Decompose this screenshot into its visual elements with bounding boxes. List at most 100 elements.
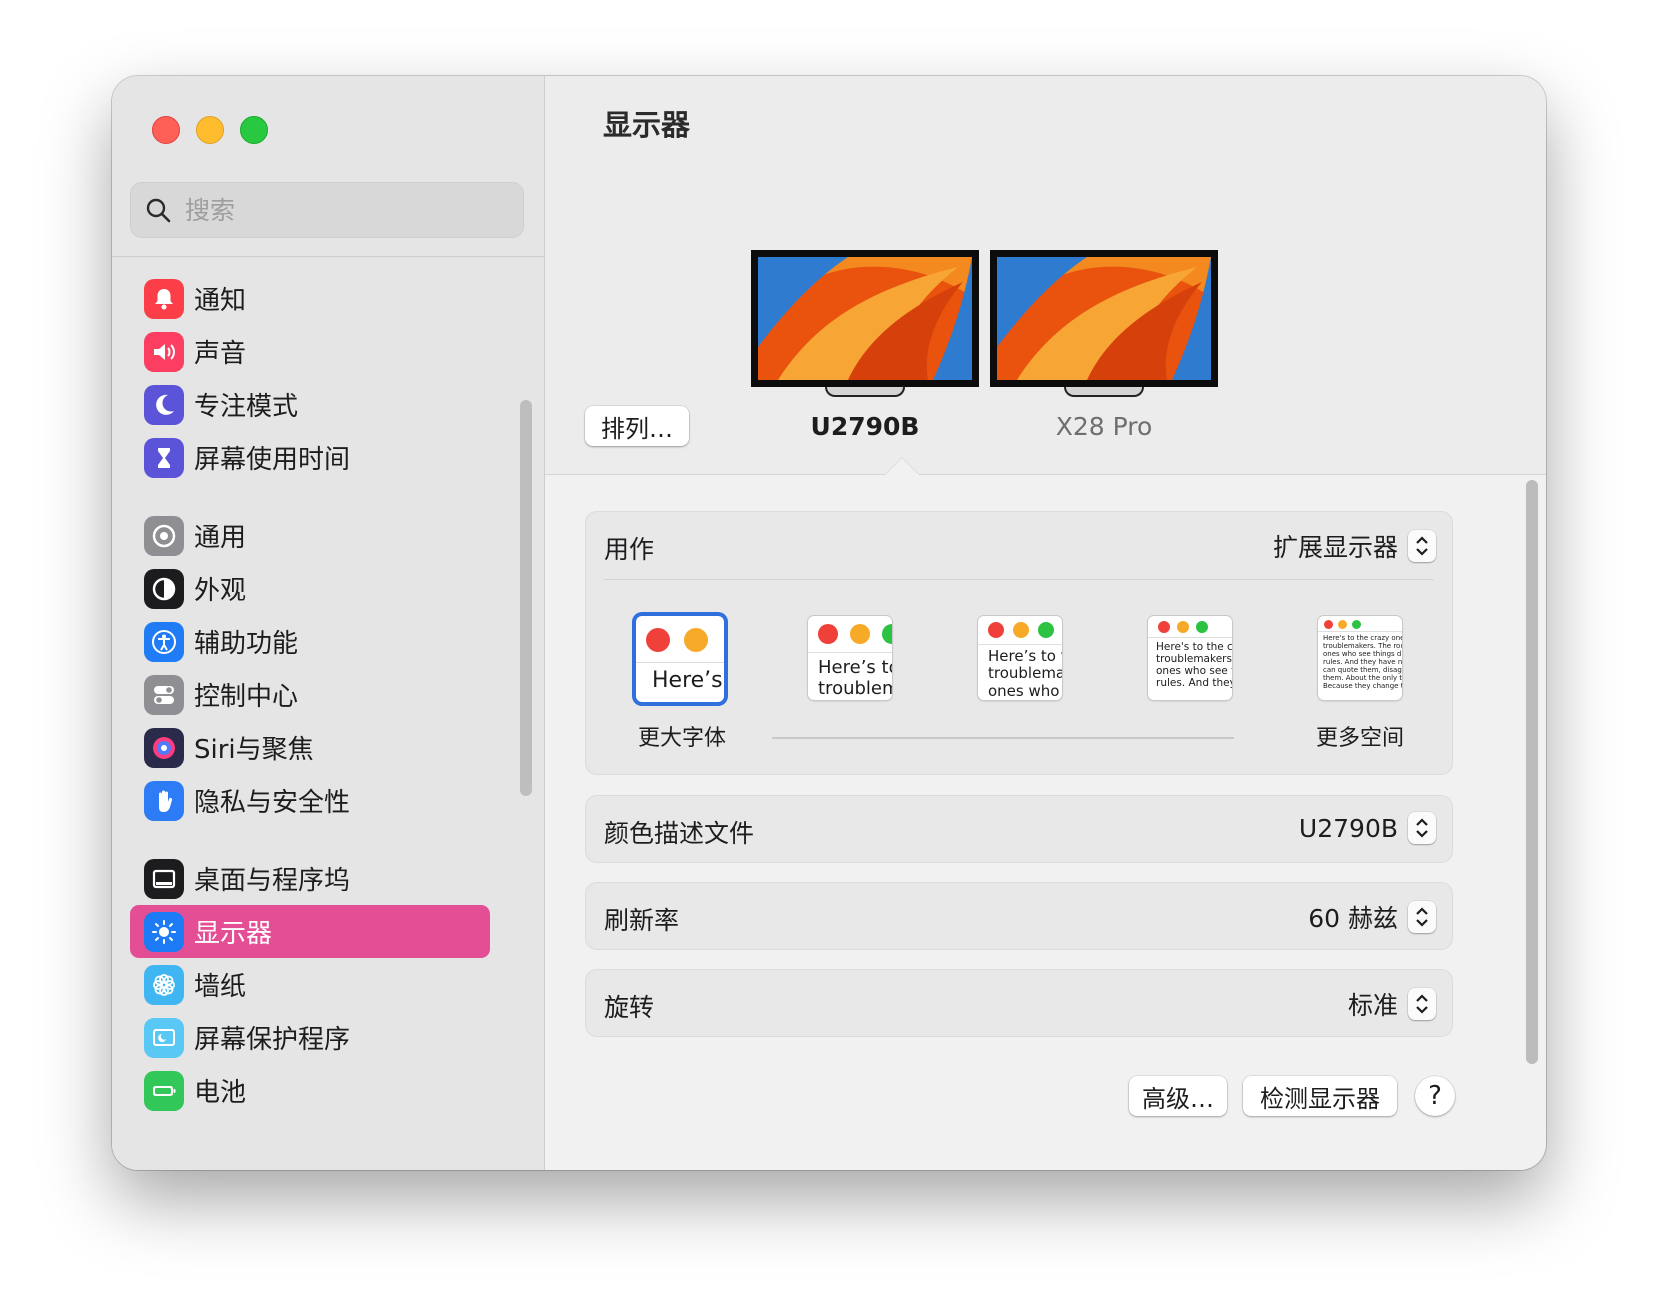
refresh-rate-row: 刷新率 60 赫兹 (585, 882, 1453, 950)
sidebar-item[interactable]: 辅助功能 (130, 615, 490, 668)
resolution-option-larger-text[interactable]: Here’s (636, 616, 724, 702)
chevron-updown-icon (1408, 812, 1436, 844)
search-input[interactable] (183, 194, 507, 226)
sidebar-scrollbar[interactable] (520, 400, 532, 796)
color-profile-label: 颜色描述文件 (604, 819, 755, 848)
sidebar-item[interactable]: 墙纸 (130, 958, 490, 1011)
battery-icon (144, 1070, 184, 1111)
preview-text: Here's to the crazy ones troublemakers. … (1323, 634, 1402, 691)
sidebar-item-label: 通知 (194, 286, 247, 316)
minimize-button[interactable] (196, 116, 224, 144)
color-profile-value: U2790B (1298, 813, 1398, 843)
sidebar-item[interactable]: 控制中心 (130, 668, 490, 721)
use-as-label: 用作 (604, 535, 655, 564)
appearance-icon (144, 568, 184, 609)
preview-text: Here's to the cr troublemakers. ones who… (1156, 641, 1232, 690)
search-icon (146, 198, 171, 223)
sidebar-item[interactable]: 屏幕使用时间 (130, 431, 490, 484)
sidebar-item[interactable]: 显示器 (130, 905, 490, 958)
sidebar-list: 通知声音专注模式屏幕使用时间 通用外观辅助功能控制中心 Siri与聚焦隐私与安全性桌… (130, 272, 530, 1117)
use-as-value: 扩展显示器 (1272, 533, 1398, 562)
sidebar-divider (112, 256, 544, 257)
use-as-popup[interactable]: 扩展显示器 (1273, 528, 1436, 564)
more-space-caption: 更多空间 (1316, 726, 1405, 751)
flower-icon (144, 964, 184, 1005)
sidebar-item[interactable]: 外观 (130, 562, 490, 615)
toggles-icon (144, 674, 184, 715)
window-dots (1324, 620, 1361, 629)
sidebar-item[interactable]: 电池 (130, 1064, 490, 1117)
preview-text: Here’s to troublem (818, 657, 892, 699)
moon-icon (144, 384, 184, 425)
sidebar-item-label: 控制中心 (194, 682, 299, 712)
page-title: 显示器 (603, 108, 691, 142)
siri-icon (144, 727, 184, 768)
refresh-rate-value: 60 赫兹 (1308, 904, 1398, 933)
use-as-card: 用作 扩展显示器 Here’s Here’s t troublem Here’s… (585, 511, 1453, 775)
chevron-updown-icon (1408, 530, 1436, 562)
resolution-preview: Here's to the crazy ones troublemakers. … (1318, 616, 1402, 700)
resolution-option-more-space[interactable]: Here's to the crazy ones troublemakers. … (1318, 616, 1402, 700)
selection-pointer (885, 458, 919, 475)
sidebar-item-label: 隐私与安全性 (194, 788, 351, 818)
hourglass-icon (144, 437, 184, 478)
sidebar-item[interactable]: 隐私与安全性 (130, 774, 490, 827)
rotation-value: 标准 (1347, 991, 1398, 1020)
sidebar-item-label: 外观 (194, 576, 247, 606)
rotation-row: 旋转 标准 (585, 969, 1453, 1037)
main-panel: 显示器 排列… U2790B X28 Pro 用作 扩展显示器 Here’s H… (545, 76, 1546, 1170)
window-dots (1158, 621, 1208, 633)
gear-icon (144, 515, 184, 556)
sidebar-item[interactable]: Siri与聚焦 (130, 721, 490, 774)
sidebar-item[interactable]: 屏幕保护程序 (130, 1011, 490, 1064)
window-dots (646, 628, 708, 652)
display-arrangement-area: 显示器 排列… U2790B X28 Pro (545, 76, 1546, 475)
display-name-selected[interactable]: U2790B (751, 412, 979, 441)
sidebar-item[interactable]: 桌面与程序坞 (130, 852, 490, 905)
sidebar-item-label: 屏幕使用时间 (194, 445, 351, 475)
sidebar-item-label: 屏幕保护程序 (194, 1025, 351, 1055)
resolution-preview: Here’s to troublem (808, 616, 892, 700)
close-button[interactable] (152, 116, 180, 144)
sidebar-item[interactable]: 声音 (130, 325, 490, 378)
detect-displays-button[interactable]: 检测显示器 (1243, 1076, 1397, 1116)
sidebar-item-label: 专注模式 (194, 392, 299, 422)
rotation-label: 旋转 (604, 993, 655, 1022)
preview-text: Here’s (652, 668, 723, 693)
bell-icon (144, 278, 184, 319)
color-profile-row: 颜色描述文件 U2790B (585, 795, 1453, 863)
sidebar: 通知声音专注模式屏幕使用时间通用外观辅助功能控制中心 Siri与聚焦隐私与安全性桌… (112, 76, 545, 1170)
system-settings-window: 通知声音专注模式屏幕使用时间通用外观辅助功能控制中心 Siri与聚焦隐私与安全性桌… (112, 76, 1546, 1170)
display-name[interactable]: X28 Pro (990, 412, 1218, 441)
display-x28-pro[interactable] (990, 250, 1218, 397)
screensaver-icon (144, 1017, 184, 1058)
resolution-option-3[interactable]: Here’s to t troublema ones who (978, 616, 1062, 700)
hand-icon (144, 780, 184, 821)
rotation-popup[interactable]: 标准 (1348, 986, 1436, 1022)
resolution-option-4[interactable]: Here's to the cr troublemakers. ones who… (1148, 616, 1232, 700)
sidebar-item-label: 通用 (194, 523, 247, 553)
display-u2790b[interactable] (751, 250, 979, 397)
resolution-slider-track[interactable] (772, 737, 1234, 739)
sidebar-item[interactable]: 专注模式 (130, 378, 490, 431)
chevron-updown-icon (1408, 901, 1436, 933)
zoom-button[interactable] (240, 116, 268, 144)
color-profile-popup[interactable]: U2790B (1299, 812, 1436, 844)
window-dots (818, 624, 892, 644)
advanced-button[interactable]: 高级… (1129, 1076, 1227, 1116)
sidebar-item-label: 辅助功能 (194, 629, 299, 659)
search-field[interactable] (130, 182, 524, 238)
main-scrollbar[interactable] (1526, 480, 1538, 1064)
sidebar-item[interactable]: 通知 (130, 272, 490, 325)
monitor-stand (825, 387, 905, 397)
resolution-option-2[interactable]: Here’s to troublem (808, 616, 892, 700)
window-dots (988, 622, 1054, 638)
sidebar-item[interactable]: 通用 (130, 509, 490, 562)
speaker-icon (144, 331, 184, 372)
help-button[interactable]: ? (1415, 1076, 1455, 1116)
arrange-button[interactable]: 排列… (585, 406, 689, 446)
refresh-rate-popup[interactable]: 60 赫兹 (1308, 899, 1436, 935)
wallpaper-preview (751, 250, 979, 387)
accessibility-icon (144, 621, 184, 662)
